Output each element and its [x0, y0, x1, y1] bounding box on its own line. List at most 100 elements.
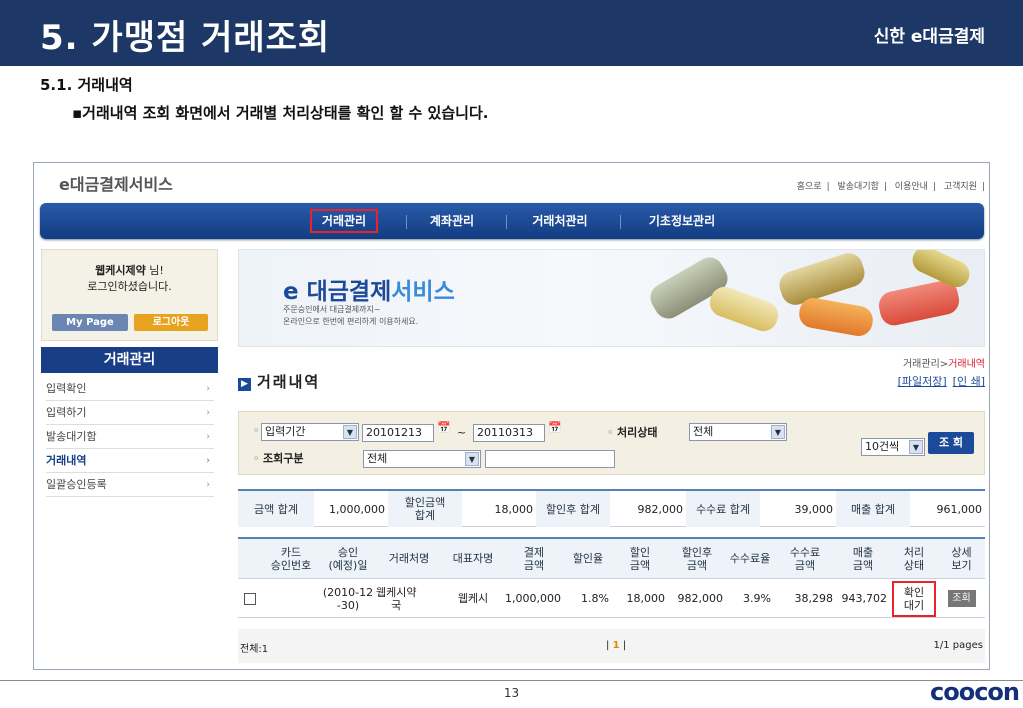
- type-select[interactable]: 전체 ▼: [363, 450, 481, 468]
- logout-button[interactable]: 로그아웃: [134, 314, 208, 331]
- summary-value: 18,000: [494, 502, 534, 516]
- bullet-icon: ◦: [253, 452, 263, 465]
- arrow-right-icon: ▶: [238, 378, 251, 391]
- period-select[interactable]: 입력기간 ▼: [261, 423, 359, 441]
- chevron-right-icon: ›: [206, 456, 210, 466]
- sidebar-title: 거래관리: [41, 347, 218, 373]
- nav-trade[interactable]: 거래관리: [310, 209, 378, 233]
- period-select-value: 입력기간: [265, 425, 306, 438]
- summary-label: 할인후 합계: [536, 491, 610, 527]
- sidebar-item-label: 일괄승인등록: [46, 478, 107, 491]
- user-suffix: 님!: [145, 264, 164, 277]
- chevron-down-icon: ▼: [909, 440, 923, 454]
- summary-value: 1,000,000: [329, 502, 385, 516]
- sidebar-item-input-confirm[interactable]: 입력확인 ›: [46, 377, 214, 401]
- status-select-value: 전체: [693, 425, 714, 438]
- user-name: 웹케시제약: [95, 264, 146, 277]
- type-select-value: 전체: [367, 452, 388, 465]
- page-title: ▶ 거래내역: [238, 371, 320, 392]
- bullet-icon: ◦: [607, 426, 617, 439]
- mypage-button[interactable]: My Page: [52, 314, 128, 331]
- brand-label: 신한 e대금결제: [873, 27, 985, 47]
- table-header: 할인후 금액: [668, 539, 726, 579]
- table-header: 승인 (예정)일: [320, 539, 376, 579]
- nav-divider: [620, 215, 621, 229]
- table-cell: 943,702: [836, 580, 890, 618]
- chevron-down-icon: ▼: [343, 425, 357, 439]
- print-link[interactable]: [인 쇄]: [953, 375, 985, 388]
- breadcrumb-parent[interactable]: 거래관리: [903, 359, 940, 370]
- page-separator: |: [622, 640, 627, 651]
- row-checkbox-cell: [238, 580, 262, 618]
- app-logo[interactable]: e대금결제서비스: [59, 171, 173, 195]
- status-cell: 확인 대기: [890, 580, 938, 618]
- table-cell: 1,000,000: [504, 580, 564, 618]
- slide-title: 5. 가맹점 거래조회: [40, 18, 331, 58]
- search-button[interactable]: 조 회: [928, 432, 974, 454]
- toplink-guide[interactable]: 이용안내: [895, 182, 928, 192]
- main-nav: 거래관리 계좌관리 거래처관리 기초정보관리: [40, 203, 984, 239]
- table-cell: 38,298: [774, 580, 836, 618]
- breadcrumb-separator: >: [939, 359, 949, 370]
- table-cell: 웹케시: [442, 580, 504, 618]
- page-links: | 1 |: [606, 640, 626, 651]
- table-header: 거래처명: [376, 539, 442, 579]
- sidebar-item-input[interactable]: 입력하기 ›: [46, 401, 214, 425]
- calendar-icon[interactable]: 📅: [548, 421, 562, 434]
- pill-image: [705, 282, 783, 336]
- table-header: 매출 금액: [836, 539, 890, 579]
- summary-label: 수수료 합계: [686, 491, 760, 527]
- date-to-input[interactable]: 20110313: [473, 424, 545, 442]
- summary-value: 982,000: [637, 502, 684, 516]
- sidebar-item-label: 발송대기함: [46, 430, 97, 443]
- service-banner: e 대금결제서비스 주문승인에서 대금결제까지~ 온라인으로 한번에 편리하게 …: [238, 249, 985, 347]
- coocon-logo: coocon: [929, 678, 1020, 706]
- page-size-select[interactable]: 10건씩 ▼: [861, 438, 925, 456]
- row-checkbox[interactable]: [244, 592, 256, 605]
- page-number: 13: [503, 686, 520, 700]
- slide: 5. 가맹점 거래조회 신한 e대금결제 5.1. 거래내역 ▪거래내역 조회 …: [0, 0, 1023, 708]
- status-label-text: 처리상태: [617, 426, 658, 439]
- login-message: 로그인하셨습니다.: [87, 280, 172, 293]
- status-select[interactable]: 전체 ▼: [689, 423, 787, 441]
- page-separator: |: [606, 640, 610, 651]
- type-text-input[interactable]: [485, 450, 615, 468]
- table-cell: 웹케시약 국: [376, 580, 442, 618]
- sidebar-item-outbox[interactable]: 발송대기함 ›: [46, 425, 214, 449]
- calendar-icon[interactable]: 📅: [437, 421, 451, 434]
- table-header: 상세 보기: [938, 539, 985, 579]
- sidebar-item-history[interactable]: 거래내역 ›: [46, 449, 214, 473]
- sidebar-item-bulk-approve[interactable]: 일괄승인등록 ›: [46, 473, 214, 497]
- nav-basic-info[interactable]: 기초정보관리: [636, 209, 728, 233]
- nav-account[interactable]: 계좌관리: [420, 209, 484, 233]
- table-header: [238, 539, 262, 579]
- page-actions: [파일저장] [인 쇄]: [892, 373, 985, 389]
- date-range-tilde: ~: [457, 426, 467, 439]
- table-header: 수수료 금액: [774, 539, 836, 579]
- page-link-current[interactable]: 1: [613, 640, 620, 651]
- pill-image: [796, 295, 876, 339]
- slide-header: 5. 가맹점 거래조회 신한 e대금결제: [0, 0, 1023, 66]
- summary-label: 할인금액 합계: [388, 491, 462, 527]
- nav-divider: [506, 215, 507, 229]
- transaction-table: 카드 승인번호 승인 (예정)일 거래처명 대표자명 결제 금액 할인율 할인 …: [238, 537, 985, 618]
- nav-divider: [406, 215, 407, 229]
- date-from-input[interactable]: 20101213: [362, 424, 434, 442]
- chevron-down-icon: ▼: [771, 425, 785, 439]
- summary-label: 매출 합계: [836, 491, 910, 527]
- section-description: ▪거래내역 조회 화면에서 거래별 처리상태를 확인 할 수 있습니다.: [72, 104, 489, 122]
- table-header: 결제 금액: [504, 539, 564, 579]
- page-info: 1/1 pages: [933, 640, 983, 651]
- nav-client[interactable]: 거래처관리: [520, 209, 600, 233]
- table-cell: 18,000: [612, 580, 668, 618]
- toplink-outbox[interactable]: 발송대기함: [837, 182, 878, 192]
- toplink-home[interactable]: 홈으로: [797, 182, 822, 192]
- summary-bar: 금액 합계 1,000,000 할인금액 합계 18,000 할인후 합계 98…: [238, 489, 985, 527]
- chevron-down-icon: ▼: [465, 452, 479, 466]
- detail-view-button[interactable]: 조회: [947, 590, 976, 607]
- breadcrumb-current: 거래내역: [948, 359, 985, 370]
- save-file-link[interactable]: [파일저장]: [898, 375, 947, 388]
- table-header: 할인 금액: [612, 539, 668, 579]
- toplink-support[interactable]: 고객지원: [944, 182, 977, 192]
- pill-image: [876, 278, 962, 328]
